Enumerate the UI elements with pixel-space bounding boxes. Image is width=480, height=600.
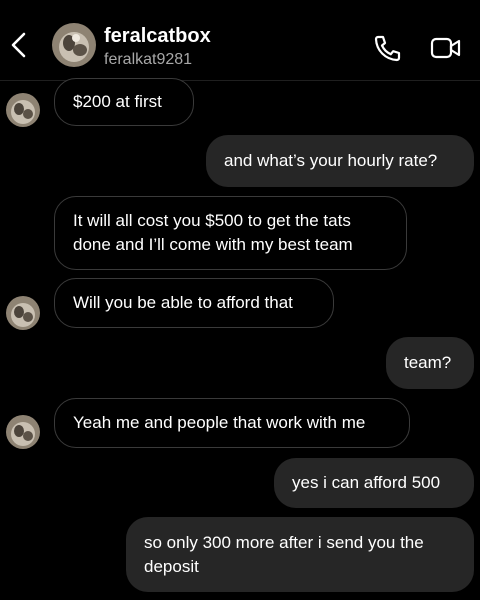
message-bubble-incoming[interactable]: Yeah me and people that work with me (54, 398, 410, 448)
sender-avatar[interactable] (6, 415, 40, 449)
message-bubble-incoming[interactable]: $200 at first (54, 78, 194, 126)
message-bubble-incoming[interactable]: It will all cost you $500 to get the tat… (54, 196, 407, 270)
back-icon[interactable] (8, 30, 30, 60)
contact-username: feralkat9281 (104, 51, 193, 68)
contact-name[interactable]: feralcatbox (104, 25, 211, 48)
message-bubble-outgoing[interactable]: yes i can afford 500 (274, 458, 474, 508)
chat-header: feralcatbox feralkat9281 (0, 0, 480, 81)
video-call-icon[interactable] (430, 36, 462, 60)
sender-avatar[interactable] (6, 93, 40, 127)
contact-avatar[interactable] (52, 23, 96, 67)
sender-avatar[interactable] (6, 296, 40, 330)
message-bubble-incoming[interactable]: Will you be able to afford that (54, 278, 334, 328)
phone-call-icon[interactable] (372, 34, 402, 62)
message-bubble-outgoing[interactable]: so only 300 more after i send you the de… (126, 517, 474, 592)
message-bubble-outgoing[interactable]: and what’s your hourly rate? (206, 135, 474, 187)
message-bubble-outgoing[interactable]: team? (386, 337, 474, 389)
